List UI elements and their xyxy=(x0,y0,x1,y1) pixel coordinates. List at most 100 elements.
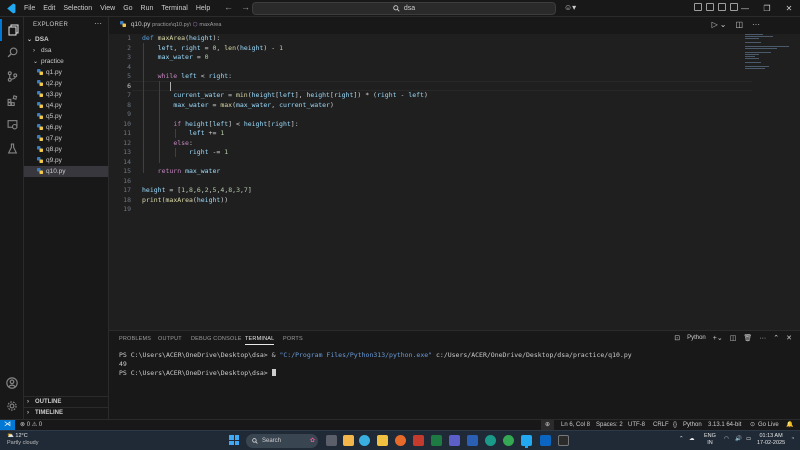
notifications-bell-icon[interactable]: 🔔 xyxy=(786,420,793,430)
tree-folder-dsa[interactable]: › dsa xyxy=(24,45,108,56)
vscode-taskbar-icon[interactable] xyxy=(521,435,532,446)
office-icon[interactable] xyxy=(413,435,424,446)
back-arrow-icon[interactable]: ← xyxy=(224,2,233,12)
split-editor-icon[interactable]: ◫ xyxy=(735,20,743,29)
tree-file-q1[interactable]: q1.py xyxy=(24,67,108,78)
tab-output[interactable]: OUTPUT xyxy=(158,336,182,342)
windows-start-icon[interactable] xyxy=(229,435,239,445)
code-editor[interactable]: 1 2 3 4 5 6 7 8 9 10 11 12 13 14 15 16 1… xyxy=(109,34,800,330)
terminal-shell-label[interactable]: Python xyxy=(687,335,706,341)
tree-folder-practice[interactable]: ⌄ practice xyxy=(24,56,108,67)
firefox-icon[interactable] xyxy=(395,435,406,446)
menu-go[interactable]: Go xyxy=(119,0,136,17)
teams-icon[interactable] xyxy=(449,435,460,446)
go-live-button[interactable]: Go Live xyxy=(758,420,779,430)
remote-explorer-icon[interactable] xyxy=(0,113,24,135)
tree-file-q3[interactable]: q3.py xyxy=(24,89,108,100)
toggle-sidebar-icon[interactable] xyxy=(694,3,702,11)
more-actions-icon[interactable]: ··· xyxy=(752,20,760,29)
cursor-position[interactable]: Ln 6, Col 8 xyxy=(561,420,590,430)
indentation[interactable]: Spaces: 2 xyxy=(596,420,623,430)
widgets-icon[interactable] xyxy=(343,435,354,446)
menu-edit[interactable]: Edit xyxy=(39,0,59,17)
end-of-line[interactable]: CRLF xyxy=(653,420,669,430)
word-icon[interactable] xyxy=(467,435,478,446)
timeline-section[interactable]: › TIMELINE xyxy=(24,407,108,418)
chevron-up-icon[interactable]: ⌃ xyxy=(679,436,684,443)
terminal-command-line[interactable]: PS C:\Users\ACER\OneDrive\Desktop\dsa> &… xyxy=(119,351,632,359)
weather-widget[interactable]: ⛅ 12°C Partly cloudy xyxy=(7,433,39,447)
restore-icon[interactable]: ❐ xyxy=(756,0,778,17)
toggle-panel-icon[interactable] xyxy=(706,3,714,11)
outline-section[interactable]: › OUTLINE xyxy=(24,396,108,407)
command-center-search[interactable]: dsa xyxy=(252,2,556,15)
clock[interactable]: 01:13 AM 17-02-2025 xyxy=(757,433,785,447)
python-interpreter[interactable]: 3.13.1 64-bit xyxy=(708,420,741,430)
chevron-up-icon[interactable]: ⌃ xyxy=(773,334,779,342)
toggle-secondary-sidebar-icon[interactable] xyxy=(718,3,726,11)
tree-file-q6[interactable]: q6.py xyxy=(24,122,108,133)
tab-terminal[interactable]: TERMINAL xyxy=(245,336,275,345)
language-mode[interactable]: Python xyxy=(683,420,702,430)
tree-file-q9[interactable]: q9.py xyxy=(24,155,108,166)
breadcrumb-path[interactable]: practice\q10.py\ xyxy=(152,22,191,28)
chrome-icon[interactable] xyxy=(503,435,514,446)
battery-icon[interactable]: ▭ xyxy=(746,436,751,443)
tree-file-q7[interactable]: q7.py xyxy=(24,133,108,144)
extensions-icon[interactable] xyxy=(0,89,24,111)
terminal-prompt-line[interactable]: PS C:\Users\ACER\OneDrive\Desktop\dsa> xyxy=(119,369,276,377)
tab-ports[interactable]: PORTS xyxy=(283,336,303,342)
menu-terminal[interactable]: Terminal xyxy=(157,0,191,17)
chevron-down-icon[interactable]: ⌄ xyxy=(720,20,727,29)
menu-run[interactable]: Run xyxy=(137,0,158,17)
breadcrumb[interactable]: q10.py practice\q10.py\ ⬡ maxArea xyxy=(120,21,221,28)
tree-file-q5[interactable]: q5.py xyxy=(24,111,108,122)
problems-status[interactable]: ⊗ 0 ⚠ 0 xyxy=(20,420,42,430)
menu-selection[interactable]: Selection xyxy=(59,0,96,17)
forward-arrow-icon[interactable]: → xyxy=(241,2,250,12)
settings-gear-icon[interactable] xyxy=(0,395,24,417)
terminal-app-icon[interactable] xyxy=(558,435,569,446)
encoding[interactable]: UTF-8 xyxy=(628,420,645,430)
explorer-icon[interactable] xyxy=(0,19,24,41)
volume-icon[interactable]: 🔊 xyxy=(735,436,742,443)
tab-debug-console[interactable]: DEBUG CONSOLE xyxy=(191,336,242,342)
split-terminal-icon[interactable]: ◫ xyxy=(730,334,737,342)
notification-center-icon[interactable]: ◔ xyxy=(791,436,794,443)
new-terminal-icon[interactable]: +⌄ xyxy=(713,334,723,342)
tab-problems[interactable]: PROBLEMS xyxy=(119,336,151,342)
more-actions-icon[interactable]: ··· xyxy=(759,335,766,342)
close-icon[interactable]: ✕ xyxy=(778,0,800,17)
wifi-icon[interactable]: ◠ xyxy=(724,436,729,443)
workspace-root[interactable]: ⌄ DSA xyxy=(24,34,108,45)
copilot-app-icon[interactable] xyxy=(359,435,370,446)
excel-icon[interactable] xyxy=(431,435,442,446)
menu-help[interactable]: Help xyxy=(192,0,214,17)
input-language[interactable]: ENG IN xyxy=(704,433,716,447)
minimap[interactable] xyxy=(745,34,791,74)
breadcrumb-symbol[interactable]: maxArea xyxy=(199,22,221,28)
tree-file-q2[interactable]: q2.py xyxy=(24,78,108,89)
task-view-icon[interactable] xyxy=(326,435,337,446)
account-icon[interactable] xyxy=(0,372,24,394)
close-panel-icon[interactable]: ✕ xyxy=(786,334,792,342)
menu-view[interactable]: View xyxy=(96,0,119,17)
taskbar-search[interactable]: Search ✿ xyxy=(246,434,318,448)
tree-file-q8[interactable]: q8.py xyxy=(24,144,108,155)
more-actions-icon[interactable]: ··· xyxy=(94,19,102,28)
tree-file-q4[interactable]: q4.py xyxy=(24,100,108,111)
run-python-file-icon[interactable]: ▷ xyxy=(712,20,718,29)
tab-filename[interactable]: q10.py xyxy=(131,21,151,28)
kill-terminal-icon[interactable]: 🗑 xyxy=(743,334,752,342)
search-icon[interactable] xyxy=(0,41,24,63)
copilot-icon[interactable]: ☺▾ xyxy=(564,3,576,12)
tree-file-q10[interactable]: q10.py xyxy=(24,166,108,177)
file-explorer-icon[interactable] xyxy=(377,435,388,446)
edge-icon[interactable] xyxy=(485,435,496,446)
minimize-icon[interactable]: — xyxy=(734,0,756,17)
source-control-icon[interactable] xyxy=(0,65,24,87)
testing-icon[interactable] xyxy=(0,137,24,159)
linkedin-icon[interactable] xyxy=(540,435,551,446)
cloud-icon[interactable]: ☁ xyxy=(689,436,695,443)
zoom-icon[interactable]: ⊕ xyxy=(541,420,555,430)
